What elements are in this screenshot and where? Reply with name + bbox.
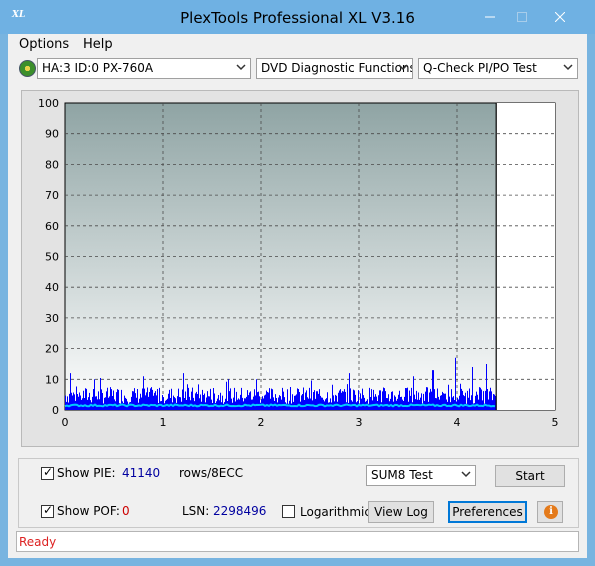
x-tick-label: 4 <box>454 416 461 429</box>
show-poe-checkbox[interactable] <box>41 503 54 518</box>
y-tick-label: 90 <box>45 128 59 141</box>
chevron-down-icon <box>398 64 408 71</box>
pie-unit: rows/8ECC <box>179 466 244 480</box>
y-tick-label: 70 <box>45 189 59 202</box>
logarithmic-label: Logarithmic <box>300 505 371 519</box>
y-tick-label: 50 <box>45 251 59 264</box>
close-button[interactable] <box>538 7 582 27</box>
menu-options[interactable]: Options <box>19 37 69 52</box>
pie-value: 41140 <box>122 466 161 480</box>
status-bar: Ready <box>16 531 579 552</box>
drive-disc-icon <box>19 60 36 77</box>
maximize-icon <box>517 12 527 22</box>
y-tick-label: 40 <box>45 281 59 294</box>
y-tick-label: 80 <box>45 158 59 171</box>
preferences-button[interactable]: Preferences <box>448 501 527 523</box>
pi-po-chart: 0 10 20 30 40 50 60 70 80 90 100 0 1 2 3 4 5 <box>38 97 559 429</box>
x-tick-label: 1 <box>160 416 167 429</box>
lsn-label: LSN: <box>182 504 210 518</box>
show-pie-checkbox[interactable] <box>41 465 54 480</box>
function-select-value: DVD Diagnostic Functions <box>261 61 413 75</box>
title-bar[interactable]: XL PlexTools Professional XL V3.16 <box>0 0 595 34</box>
x-tick-label: 0 <box>62 416 69 429</box>
menu-help[interactable]: Help <box>83 37 113 52</box>
show-poe-label: Show POF: <box>57 504 120 518</box>
status-text: Ready <box>19 535 57 549</box>
y-tick-label: 20 <box>45 343 59 356</box>
info-icon: i <box>544 505 558 519</box>
x-tick-label: 5 <box>552 416 559 429</box>
y-tick-label: 60 <box>45 220 59 233</box>
client-area: Options Help HA:3 ID:0 PX-760A DVD Diagn… <box>8 34 587 558</box>
sum-test-value: SUM8 Test <box>371 468 433 482</box>
x-tick-label: 3 <box>356 416 363 429</box>
menu-help-label: Help <box>83 37 113 52</box>
view-log-button[interactable]: View Log <box>368 501 434 523</box>
maximize-button[interactable] <box>508 7 536 27</box>
logarithmic-checkbox[interactable] <box>282 505 295 518</box>
drive-select[interactable]: HA:3 ID:0 PX-760A <box>37 58 251 79</box>
chart-frame: 0 10 20 30 40 50 60 70 80 90 100 0 1 2 3 4 5 <box>21 90 579 447</box>
y-tick-label: 30 <box>45 312 59 325</box>
x-tick-label: 2 <box>258 416 265 429</box>
start-button[interactable]: Start <box>495 465 565 487</box>
chevron-down-icon <box>236 64 246 71</box>
test-select-value: Q-Check PI/PO Test <box>423 61 537 75</box>
y-tick-label: 0 <box>52 404 59 417</box>
show-pie-label: Show PIE: <box>57 466 116 480</box>
lsn-value: 2298496 <box>213 504 267 518</box>
sum-test-select[interactable]: SUM8 Test <box>366 465 476 486</box>
chevron-down-icon <box>461 471 471 478</box>
poe-value: 0 <box>122 504 130 518</box>
drive-select-value: HA:3 ID:0 PX-760A <box>42 61 154 75</box>
app-window: XL PlexTools Professional XL V3.16 Optio… <box>0 0 595 566</box>
info-button[interactable]: i <box>537 501 563 523</box>
y-tick-label: 10 <box>45 373 59 386</box>
window-title: PlexTools Professional XL V3.16 <box>180 9 415 27</box>
menu-options-label: Options <box>19 37 70 52</box>
controls-panel: Show PIE: 41140 rows/8ECC SUM8 Test Star… <box>18 458 579 528</box>
chevron-down-icon <box>563 64 573 71</box>
function-select[interactable]: DVD Diagnostic Functions <box>256 58 413 79</box>
minimize-icon <box>485 16 495 18</box>
menu-bar: Options Help <box>8 34 587 54</box>
minimize-button[interactable] <box>476 7 504 27</box>
y-tick-label: 100 <box>38 97 59 110</box>
close-icon <box>555 12 565 22</box>
test-select[interactable]: Q-Check PI/PO Test <box>418 58 578 79</box>
